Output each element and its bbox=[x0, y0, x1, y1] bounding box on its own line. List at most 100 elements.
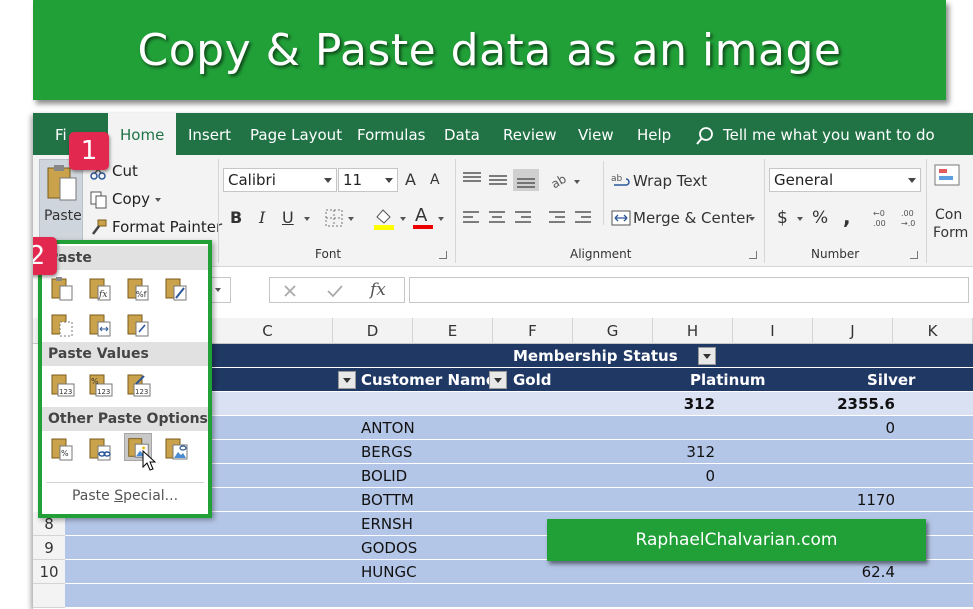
tab-review[interactable]: Review bbox=[503, 113, 557, 155]
cut-label: Cut bbox=[112, 162, 138, 180]
percent-button[interactable]: % bbox=[812, 208, 828, 228]
decimal-buttons-icon[interactable]: ←0 .00 .00 →.0 bbox=[871, 207, 927, 229]
horizontal-align-icons[interactable] bbox=[461, 209, 601, 227]
paste-transpose-icon[interactable] bbox=[124, 310, 152, 338]
shrink-font-button[interactable]: A bbox=[430, 172, 440, 188]
number-format-select[interactable]: General bbox=[769, 168, 921, 192]
column-header[interactable]: H bbox=[653, 318, 733, 344]
column-header[interactable]: I bbox=[733, 318, 813, 344]
conditional-formatting-label-2[interactable]: Form bbox=[933, 225, 968, 241]
filter-dropdown-icon[interactable] bbox=[338, 371, 356, 389]
svg-text:123: 123 bbox=[135, 388, 148, 396]
merge-center-button[interactable]: Merge & Center bbox=[611, 209, 752, 227]
italic-button[interactable]: I bbox=[259, 208, 265, 227]
fill-color-dropdown-arrow[interactable] bbox=[400, 217, 406, 221]
row-header[interactable] bbox=[33, 584, 65, 608]
orientation-dropdown-arrow[interactable] bbox=[574, 180, 580, 184]
column-header[interactable]: C bbox=[203, 318, 333, 344]
filter-dropdown-icon[interactable] bbox=[489, 371, 507, 389]
paste-icon[interactable] bbox=[48, 274, 76, 302]
enter-check-icon[interactable] bbox=[326, 283, 344, 299]
customer-cell[interactable]: BOLID bbox=[361, 464, 407, 488]
column-header[interactable]: D bbox=[333, 318, 413, 344]
number-launcher-icon[interactable] bbox=[910, 251, 918, 259]
borders-icon[interactable] bbox=[325, 209, 343, 227]
underline-dropdown-arrow[interactable] bbox=[304, 217, 310, 221]
table-row bbox=[65, 584, 973, 608]
customer-cell[interactable]: HUNGC bbox=[361, 560, 417, 584]
paste-linked-picture-icon[interactable] bbox=[162, 434, 190, 462]
paste-values-icon[interactable]: 123 bbox=[48, 370, 76, 398]
font-launcher-icon[interactable] bbox=[439, 251, 447, 259]
copy-label: Copy bbox=[112, 190, 151, 208]
paste-special-item[interactable]: Paste Special... bbox=[42, 488, 208, 504]
orientation-icon[interactable]: ab bbox=[549, 169, 571, 191]
alignment-launcher-icon[interactable] bbox=[749, 251, 757, 259]
font-size-select[interactable]: 11 bbox=[338, 168, 398, 192]
customer-cell[interactable]: ERNSH bbox=[361, 512, 413, 536]
tell-me-text: Tell me what you want to do bbox=[723, 126, 935, 144]
paste-formulas-icon[interactable]: fx bbox=[86, 274, 114, 302]
wrap-text-button[interactable]: ab Wrap Text bbox=[611, 172, 707, 190]
formula-input[interactable] bbox=[409, 277, 969, 303]
paste-no-borders-icon[interactable] bbox=[48, 310, 76, 338]
vertical-align-icons[interactable] bbox=[461, 169, 541, 191]
customer-cell[interactable]: BERGS bbox=[361, 440, 412, 464]
tab-file[interactable]: Fi bbox=[55, 113, 67, 155]
format-painter-button[interactable]: Format Painter bbox=[90, 218, 222, 236]
paste-values-source-formatting-icon[interactable]: 123 bbox=[124, 370, 152, 398]
cancel-icon[interactable] bbox=[282, 283, 298, 299]
column-header[interactable]: K bbox=[893, 318, 973, 344]
tell-me-box[interactable]: Tell me what you want to do bbox=[695, 113, 935, 155]
conditional-formatting-label-1[interactable]: Con bbox=[935, 207, 962, 223]
font-color-dropdown-arrow[interactable] bbox=[438, 217, 444, 221]
paste-link-icon[interactable] bbox=[86, 434, 114, 462]
merge-dropdown-arrow[interactable] bbox=[749, 217, 755, 221]
banner-title: Copy & Paste data as an image bbox=[137, 24, 842, 76]
underline-button[interactable]: U bbox=[282, 208, 294, 227]
tab-data[interactable]: Data bbox=[444, 113, 480, 155]
column-header[interactable]: F bbox=[493, 318, 573, 344]
copy-button[interactable]: Copy bbox=[90, 190, 151, 209]
paste-keep-widths-icon[interactable] bbox=[86, 310, 114, 338]
column-header[interactable]: J bbox=[813, 318, 893, 344]
tab-home[interactable]: Home bbox=[108, 113, 177, 155]
copy-dropdown-arrow[interactable] bbox=[155, 198, 161, 202]
chevron-down-icon bbox=[385, 178, 393, 183]
customer-cell[interactable]: BOTTM bbox=[361, 488, 414, 512]
platinum-cell[interactable]: 312 bbox=[655, 440, 715, 464]
platinum-cell[interactable]: 0 bbox=[655, 464, 715, 488]
currency-button[interactable]: $ bbox=[777, 208, 788, 228]
conditional-formatting-icon[interactable] bbox=[933, 163, 963, 189]
tab-page-layout[interactable]: Page Layout bbox=[250, 113, 342, 155]
row-header[interactable]: 10 bbox=[33, 560, 65, 584]
font-name-select[interactable]: Calibri bbox=[223, 168, 337, 192]
customer-cell[interactable]: ANTON bbox=[361, 416, 415, 440]
tab-view[interactable]: View bbox=[578, 113, 614, 155]
fill-color-icon[interactable] bbox=[373, 207, 395, 231]
borders-dropdown-arrow[interactable] bbox=[348, 217, 354, 221]
paste-formulas-number-format-icon[interactable]: %f bbox=[124, 274, 152, 302]
silver-cell[interactable]: 62.4 bbox=[825, 560, 895, 584]
insert-function-button[interactable]: fx bbox=[370, 280, 386, 300]
paste-keep-formatting-icon[interactable] bbox=[162, 274, 190, 302]
currency-dropdown-arrow[interactable] bbox=[797, 217, 803, 221]
paste-formatting-icon[interactable]: % bbox=[48, 434, 76, 462]
tab-help[interactable]: Help bbox=[637, 113, 671, 155]
font-color-button[interactable]: A bbox=[415, 205, 427, 226]
grow-font-button[interactable]: A bbox=[405, 170, 416, 189]
tab-formulas[interactable]: Formulas bbox=[357, 113, 425, 155]
comma-button[interactable]: , bbox=[843, 205, 851, 229]
silver-cell[interactable]: 1170 bbox=[825, 488, 895, 512]
paste-values-number-format-icon[interactable]: 123% bbox=[86, 370, 114, 398]
row-header[interactable]: 9 bbox=[33, 536, 65, 560]
filter-dropdown-icon[interactable] bbox=[698, 347, 716, 365]
customer-cell[interactable]: GODOS bbox=[361, 536, 417, 560]
column-header[interactable]: E bbox=[413, 318, 493, 344]
column-header[interactable]: G bbox=[573, 318, 653, 344]
separator bbox=[926, 159, 927, 263]
font-size-value: 11 bbox=[343, 171, 363, 189]
tab-insert[interactable]: Insert bbox=[188, 113, 231, 155]
silver-cell[interactable]: 0 bbox=[825, 416, 895, 440]
bold-button[interactable]: B bbox=[230, 208, 242, 227]
